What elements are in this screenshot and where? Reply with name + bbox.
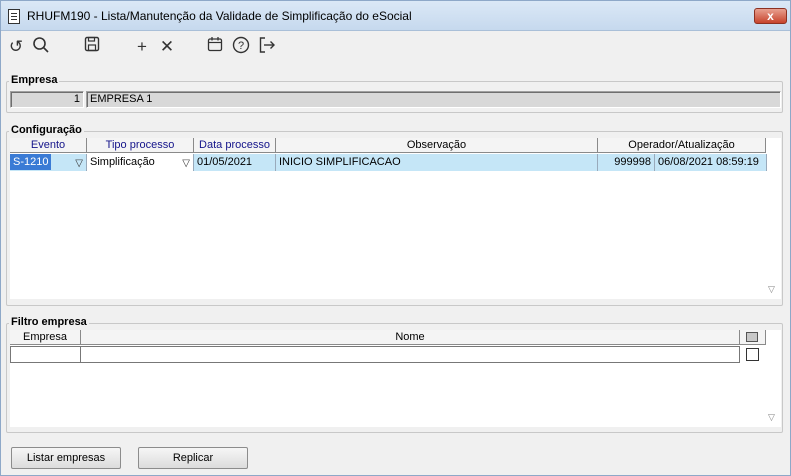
evento-combo[interactable]: S-1210 ▽: [10, 154, 87, 171]
tipo-value: Simplificação: [90, 156, 155, 168]
calendar-icon[interactable]: [204, 36, 226, 58]
document-icon: [8, 9, 20, 24]
table-row[interactable]: S-1210 ▽ Simplificação ▽ 01/05/2021 INIC…: [10, 154, 767, 171]
col-tipo-processo[interactable]: Tipo processo: [87, 138, 194, 153]
filtro-group-label: Filtro empresa: [9, 316, 89, 328]
empresa-name-field: EMPRESA 1: [86, 91, 781, 108]
observacao-cell[interactable]: INICIO SIMPLIFICACAO: [276, 154, 598, 171]
exit-icon[interactable]: [256, 36, 278, 58]
data-processo-cell[interactable]: 01/05/2021: [194, 154, 276, 171]
chevron-down-icon[interactable]: ▽: [182, 156, 190, 171]
delete-icon[interactable]: ✕: [156, 36, 178, 58]
search-icon[interactable]: [30, 36, 52, 58]
col-empresa[interactable]: Empresa: [10, 330, 81, 345]
col-operador[interactable]: Operador/Atualização: [598, 138, 766, 153]
configuracao-group-label: Configuração: [9, 124, 84, 136]
close-button[interactable]: x: [754, 8, 787, 24]
filtro-nome-input[interactable]: [81, 346, 740, 363]
toolbar: ↺ + ✕ ?: [1, 32, 790, 62]
col-select-all[interactable]: [740, 330, 766, 345]
col-evento[interactable]: Evento: [10, 138, 87, 153]
chevron-down-icon[interactable]: ▽: [75, 156, 83, 171]
main-window: RHUFM190 - Lista/Manutenção da Validade …: [0, 0, 791, 476]
row-checkbox[interactable]: [746, 348, 759, 361]
select-all-checkbox[interactable]: [746, 332, 758, 342]
title-bar: RHUFM190 - Lista/Manutenção da Validade …: [1, 1, 790, 31]
refresh-icon[interactable]: ↺: [5, 36, 27, 58]
add-icon[interactable]: +: [131, 36, 153, 58]
window-title: RHUFM190 - Lista/Manutenção da Validade …: [27, 9, 412, 23]
svg-text:?: ?: [238, 40, 244, 52]
scroll-down-icon[interactable]: ▽: [768, 284, 775, 295]
tipo-combo[interactable]: Simplificação ▽: [87, 154, 194, 171]
evento-value: S-1210: [10, 154, 52, 170]
col-data-processo[interactable]: Data processo: [194, 138, 276, 153]
save-icon[interactable]: [81, 36, 103, 58]
filtro-grid: Empresa Nome ▽: [10, 330, 781, 427]
empresa-group-label: Empresa: [9, 74, 60, 86]
scroll-down-icon[interactable]: ▽: [768, 412, 775, 423]
configuracao-grid: Evento Tipo processo Data processo Obser…: [10, 138, 781, 299]
empresa-code-field: 1: [10, 91, 84, 108]
col-observacao[interactable]: Observação: [276, 138, 598, 153]
atualizacao-cell[interactable]: 06/08/2021 08:59:19: [655, 154, 767, 171]
filtro-empresa-input[interactable]: [10, 346, 81, 363]
help-icon[interactable]: ?: [230, 36, 252, 58]
col-nome[interactable]: Nome: [81, 330, 740, 345]
operador-cell[interactable]: 999998: [598, 154, 655, 171]
replicar-button[interactable]: Replicar: [138, 447, 248, 469]
listar-empresas-button[interactable]: Listar empresas: [11, 447, 121, 469]
